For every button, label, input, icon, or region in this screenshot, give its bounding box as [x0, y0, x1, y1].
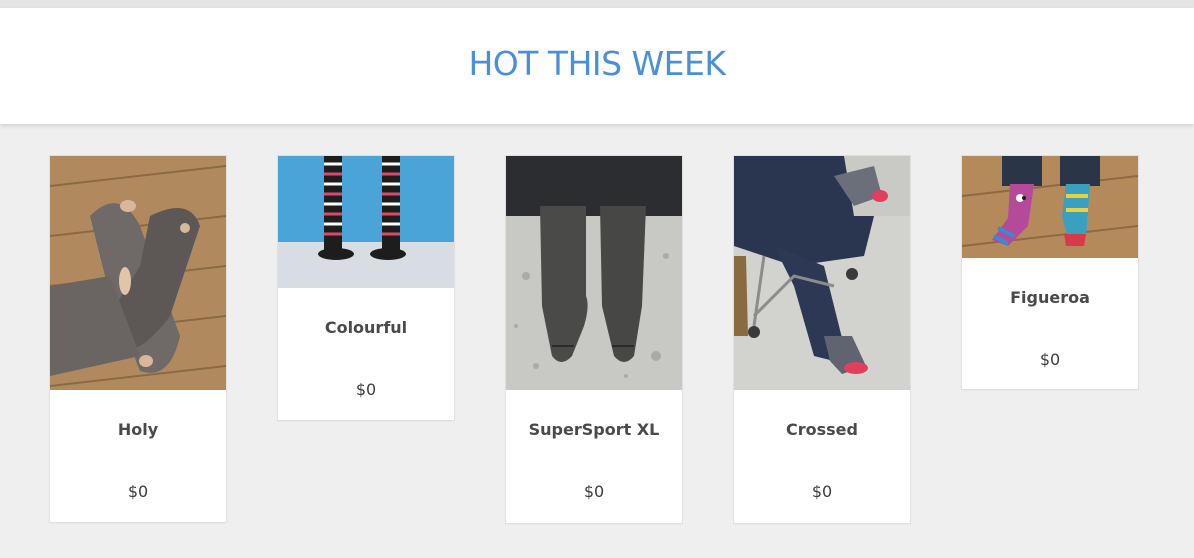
product-name: Holy — [117, 420, 159, 439]
product-price: $0 — [811, 482, 833, 501]
product-image[interactable] — [962, 156, 1138, 258]
product-image[interactable] — [734, 156, 910, 390]
product-image[interactable] — [506, 156, 682, 390]
product-name: Colourful — [324, 318, 408, 337]
product-price: $0 — [355, 380, 377, 399]
product-card[interactable]: Colourful $0 — [278, 156, 454, 420]
product-card[interactable]: Figueroa $0 — [962, 156, 1138, 389]
section-header: HOT THIS WEEK — [0, 8, 1194, 124]
product-price: $0 — [1039, 350, 1061, 369]
product-card[interactable]: SuperSport XL $0 — [506, 156, 682, 523]
product-image[interactable] — [50, 156, 226, 390]
product-price: $0 — [127, 482, 149, 501]
product-name: SuperSport XL — [528, 420, 660, 439]
product-card[interactable]: Holy $0 — [50, 156, 226, 522]
product-card[interactable]: Crossed $0 — [734, 156, 910, 523]
product-image[interactable] — [278, 156, 454, 288]
top-border — [0, 0, 1194, 8]
section-title: HOT THIS WEEK — [468, 44, 726, 83]
product-name: Figueroa — [1010, 288, 1090, 307]
product-price: $0 — [583, 482, 605, 501]
product-name: Crossed — [786, 420, 858, 439]
